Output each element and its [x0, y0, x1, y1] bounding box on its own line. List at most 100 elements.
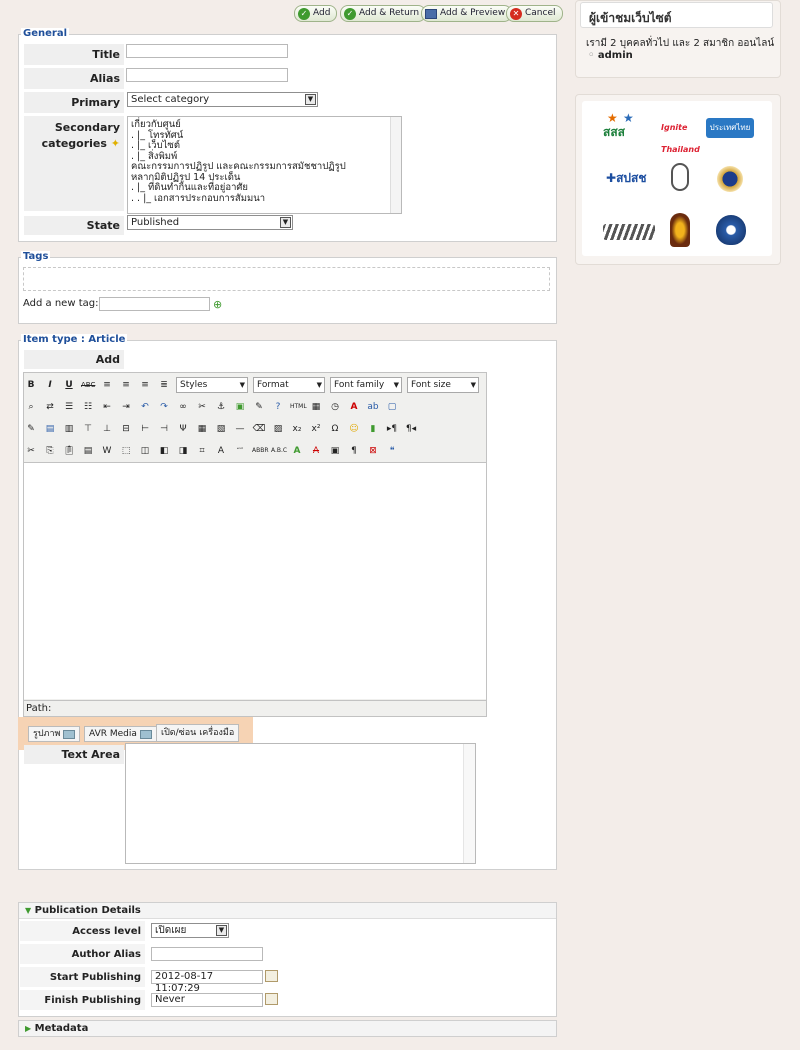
background-color-icon[interactable]: ab: [366, 400, 380, 414]
primary-category-select[interactable]: Select category ▼: [127, 92, 318, 107]
editor-content-area[interactable]: [24, 462, 486, 699]
add-button[interactable]: ✓ Add: [294, 5, 338, 22]
partner-logo-5[interactable]: logo-5: [671, 163, 689, 191]
paste-word-icon[interactable]: W: [100, 444, 114, 458]
table-icon[interactable]: ▤: [43, 422, 57, 436]
underline-icon[interactable]: U: [62, 378, 76, 392]
redo-icon[interactable]: ↷: [157, 400, 171, 414]
anchor-icon[interactable]: ⚓: [214, 400, 228, 414]
insert-time-icon[interactable]: ◷: [328, 400, 342, 414]
add-preview-button[interactable]: Add & Preview: [421, 5, 513, 22]
avr-media-button[interactable]: AVR Media: [84, 726, 157, 742]
list-item[interactable]: . |_ เว็บไซต์: [131, 140, 398, 152]
thailand-logo[interactable]: ประเทศไทย: [706, 118, 754, 138]
find-icon[interactable]: ⌕: [24, 400, 38, 414]
nhso-logo[interactable]: ✚สปสช: [606, 168, 654, 188]
show-blocks-icon[interactable]: ¶: [347, 444, 361, 458]
title-input[interactable]: [126, 44, 288, 58]
add-return-button[interactable]: ✓ Add & Return: [340, 5, 427, 22]
select-all-icon[interactable]: ⬚: [119, 444, 133, 458]
list-item[interactable]: . |_ ที่ดินทำกินและที่อยู่อาศัย: [131, 182, 398, 194]
list-item[interactable]: . . |_ เอกสารประกอบการสัมมนา: [131, 193, 398, 205]
sss-logo[interactable]: สสส ★ ★: [603, 111, 653, 145]
cleanup-icon[interactable]: ✎: [252, 400, 266, 414]
partner-logo-7[interactable]: logo-7: [603, 224, 655, 240]
attributes-icon[interactable]: ▣: [328, 444, 342, 458]
insert-date-icon[interactable]: ▦: [309, 400, 323, 414]
row-before-icon[interactable]: ⊤: [81, 422, 95, 436]
cite-icon[interactable]: “”: [233, 444, 247, 458]
author-alias-input[interactable]: [151, 947, 263, 961]
delete-row-icon[interactable]: ⊟: [119, 422, 133, 436]
cancel-button[interactable]: ✕ Cancel: [506, 5, 563, 22]
add-tag-icon[interactable]: ⊕: [213, 298, 227, 311]
list-scrollbar[interactable]: [390, 117, 401, 213]
move-backward-icon[interactable]: ◨: [176, 444, 190, 458]
copy-icon[interactable]: ⎘: [43, 444, 57, 458]
partner-logo-8[interactable]: logo-8: [670, 213, 690, 247]
partner-logo-9[interactable]: logo-9: [716, 215, 746, 245]
text-color-icon[interactable]: A: [347, 400, 361, 414]
absolute-icon[interactable]: ⌗: [195, 444, 209, 458]
paste-icon[interactable]: 📋︎: [62, 444, 76, 458]
secondary-categories-list[interactable]: เกี่ยวกับศูนย์ . |_ โทรทัศน์ . |_ เว็บไซ…: [127, 116, 402, 214]
styles-dropdown[interactable]: Styles ▼: [176, 376, 248, 393]
image-icon[interactable]: ▣: [233, 400, 247, 414]
abbr-icon[interactable]: ABBR: [252, 444, 269, 458]
text-area-input[interactable]: [125, 743, 476, 864]
link-icon[interactable]: ∞: [176, 400, 190, 414]
col-after-icon[interactable]: ⊣: [157, 422, 171, 436]
subscript-icon[interactable]: x₂: [290, 422, 304, 436]
state-select[interactable]: Published ▼: [127, 215, 293, 230]
metadata-header[interactable]: ▶ Metadata: [18, 1020, 557, 1037]
move-forward-icon[interactable]: ◧: [157, 444, 171, 458]
edit-icon[interactable]: ✎: [24, 422, 38, 436]
insertion-icon[interactable]: A: [290, 444, 304, 458]
access-level-select[interactable]: เปิดเผย ▼: [151, 923, 229, 938]
outdent-icon[interactable]: ⇤: [100, 400, 114, 414]
remove-format-icon[interactable]: ⌫: [252, 422, 266, 436]
special-char-icon[interactable]: Ω: [328, 422, 342, 436]
indent-icon[interactable]: ⇥: [119, 400, 133, 414]
numbered-list-icon[interactable]: ☷: [81, 400, 95, 414]
media-icon[interactable]: ▮: [366, 422, 380, 436]
col-before-icon[interactable]: ⊢: [138, 422, 152, 436]
horizontal-rule-icon[interactable]: —: [233, 422, 247, 436]
row-after-icon[interactable]: ⊥: [100, 422, 114, 436]
align-left-icon[interactable]: ≡: [100, 378, 114, 392]
split-cells-icon[interactable]: ▧: [214, 422, 228, 436]
align-justify-icon[interactable]: ≣: [157, 378, 171, 392]
add-tag-input[interactable]: [99, 297, 210, 311]
insert-layer-icon[interactable]: ◫: [138, 444, 152, 458]
cut-icon[interactable]: ✂: [24, 444, 38, 458]
toggle-editor-button[interactable]: เปิด/ซ่อน เครื่องมือ: [156, 724, 240, 742]
emoticon-icon[interactable]: ☺: [347, 422, 361, 436]
acronym-icon[interactable]: A.B.C: [271, 444, 287, 458]
replace-icon[interactable]: ⇄: [43, 400, 57, 414]
publication-header[interactable]: ▼ Publication Details: [19, 903, 556, 919]
visitors-user[interactable]: ◦ admin: [588, 50, 633, 61]
align-right-icon[interactable]: ≡: [138, 378, 152, 392]
merge-cells-icon[interactable]: ▦: [195, 422, 209, 436]
insert-image-button[interactable]: รูปภาพ: [28, 726, 81, 742]
align-center-icon[interactable]: ≡: [119, 378, 133, 392]
fullscreen-icon[interactable]: ▢: [385, 400, 399, 414]
ignite-logo[interactable]: Ignite Thailand: [661, 117, 700, 154]
undo-icon[interactable]: ↶: [138, 400, 152, 414]
strikethrough-icon[interactable]: ABC: [81, 378, 95, 392]
italic-icon[interactable]: I: [43, 378, 57, 392]
list-item[interactable]: คณะกรรมการปฏิรูป และคณะกรรมการสมัชชาปฏิร…: [131, 161, 398, 173]
partner-logo-6[interactable]: logo-6: [717, 166, 743, 192]
font-family-dropdown[interactable]: Font family ▼: [330, 376, 402, 393]
style-icon[interactable]: A: [214, 444, 228, 458]
finish-publishing-input[interactable]: Never: [151, 993, 263, 1007]
alias-input[interactable]: [126, 68, 288, 82]
rtl-icon[interactable]: ¶◂: [404, 422, 418, 436]
delete-col-icon[interactable]: Ψ: [176, 422, 190, 436]
deletion-icon[interactable]: A: [309, 444, 323, 458]
bold-icon[interactable]: B: [24, 378, 38, 392]
blockquote-icon[interactable]: ❝: [385, 444, 399, 458]
html-icon[interactable]: HTML: [290, 400, 307, 414]
calendar-icon[interactable]: [265, 993, 278, 1005]
font-size-dropdown[interactable]: Font size ▼: [407, 376, 479, 393]
